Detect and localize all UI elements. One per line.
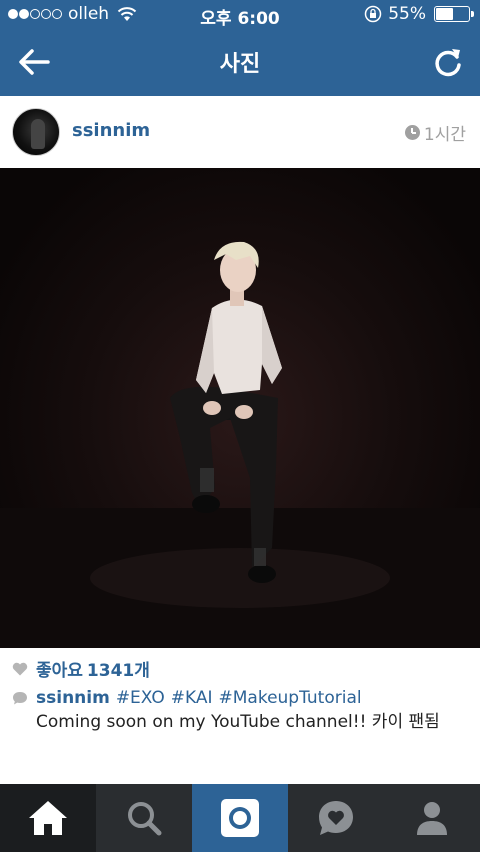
tab-bar <box>0 784 480 852</box>
refresh-icon <box>435 49 461 77</box>
likes-row[interactable]: 좋아요 1341개 <box>12 656 150 681</box>
rotation-lock-icon <box>364 5 382 23</box>
likes-label: 좋아요 <box>36 661 83 681</box>
refresh-button[interactable] <box>430 44 466 80</box>
heart-bubble-icon <box>319 801 353 835</box>
tab-camera[interactable] <box>192 784 288 852</box>
hashtag-exo[interactable]: #EXO <box>116 686 165 710</box>
status-right: 55% <box>364 4 474 24</box>
caption: ssinnim #EXO #KAI #MakeupTutorial Coming… <box>12 686 472 734</box>
post-header: ssinnim 1시간 <box>0 96 480 168</box>
heart-icon <box>12 662 28 675</box>
battery-icon <box>434 6 474 22</box>
home-icon <box>29 801 67 835</box>
tab-home[interactable] <box>0 784 96 852</box>
hashtag-makeuptutorial[interactable]: #MakeupTutorial <box>219 686 362 710</box>
tab-activity[interactable] <box>288 784 384 852</box>
likes-count: 1341개 <box>86 661 150 681</box>
battery-percent: 55% <box>388 4 426 24</box>
avatar[interactable] <box>12 108 60 156</box>
tab-search[interactable] <box>96 784 192 852</box>
post-username[interactable]: ssinnim <box>72 120 150 141</box>
comment-icon <box>13 691 27 704</box>
search-icon <box>128 802 162 836</box>
page-title: 사진 <box>219 52 261 77</box>
post-time-text: 1시간 <box>423 125 466 145</box>
person-icon <box>417 802 447 835</box>
caption-text: Coming soon on my YouTube channel!! 카이 팬… <box>36 712 440 732</box>
post-photo[interactable] <box>0 168 480 648</box>
status-bar: olleh 오후 6:00 55% <box>0 0 480 32</box>
caption-username[interactable]: ssinnim <box>36 686 110 710</box>
battery-level <box>436 8 454 20</box>
post-time: 1시간 <box>404 120 466 145</box>
clock-icon <box>404 125 420 140</box>
dancer-figure-image <box>0 241 480 648</box>
header: olleh 오후 6:00 55% 사진 <box>0 0 480 96</box>
tab-profile[interactable] <box>384 784 480 852</box>
camera-icon <box>221 799 259 837</box>
hashtag-kai[interactable]: #KAI <box>171 686 213 710</box>
